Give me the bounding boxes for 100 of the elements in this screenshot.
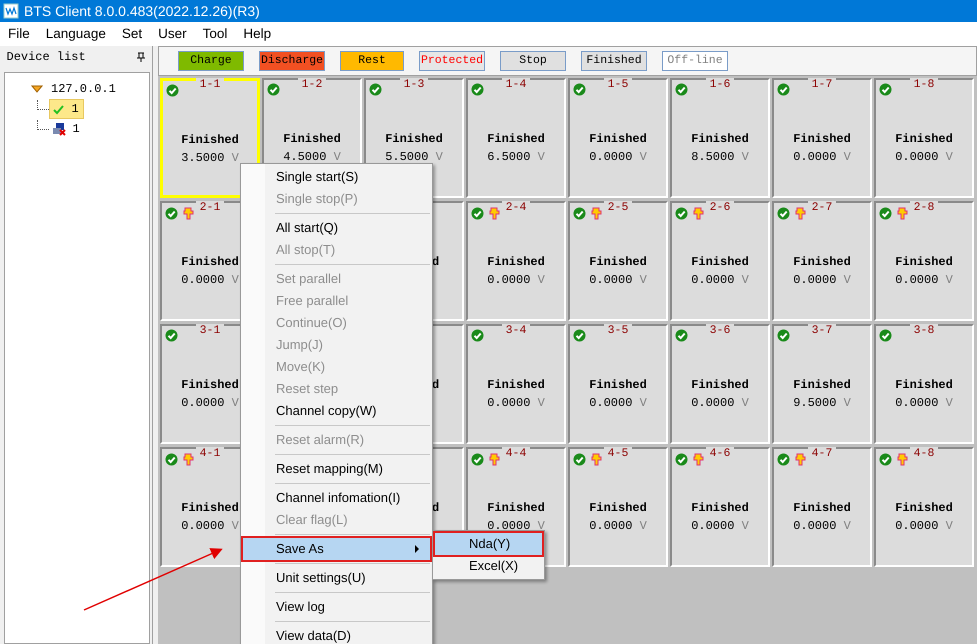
check-icon <box>879 83 892 96</box>
status-text: Finished <box>894 254 954 271</box>
check-icon <box>675 329 688 342</box>
channel-cell[interactable]: 2-7 Finished 0.0000 V <box>772 201 872 321</box>
unit-label: V <box>844 150 851 164</box>
check-icon <box>879 452 892 466</box>
voltage-value: 0.0000 <box>181 519 224 533</box>
channel-cell[interactable]: 2-4 Finished 0.0000 V <box>466 201 566 321</box>
check-icon <box>573 452 586 466</box>
status-text: Finished <box>486 500 546 517</box>
voltage-value: 6.5000 <box>487 150 530 164</box>
status-text: Finished <box>588 131 648 148</box>
voltage-value: 8.5000 <box>691 150 734 164</box>
check-icon <box>165 206 178 220</box>
channel-cell[interactable]: 1-7 Finished 0.0000 V <box>772 78 872 198</box>
channel-cell[interactable]: 2-6 Finished 0.0000 V <box>670 201 770 321</box>
check-icon <box>675 83 688 96</box>
tree-label[interactable]: 127.0.0.1 <box>51 80 116 98</box>
menu-item[interactable]: User <box>150 22 195 46</box>
check-icon <box>573 83 586 96</box>
status-text: Finished <box>180 377 240 394</box>
app-icon <box>3 3 19 19</box>
channel-cell[interactable]: 3-4 Finished 0.0000 V <box>466 324 566 444</box>
unit-label: V <box>946 519 953 533</box>
check-icon <box>879 329 892 342</box>
check-icon <box>471 206 484 220</box>
menu-item[interactable]: File <box>0 22 38 46</box>
status-text: Finished <box>690 254 750 271</box>
status-text: Finished <box>486 254 546 271</box>
channel-cell[interactable]: 1-4 Finished 6.5000 V <box>466 78 566 198</box>
unit-label: V <box>436 150 443 164</box>
channel-cell[interactable]: 1-6 Finished 8.5000 V <box>670 78 770 198</box>
channel-cell[interactable]: 4-7 Finished 0.0000 V <box>772 447 872 567</box>
disconnected-icon <box>52 122 66 136</box>
channel-cell[interactable]: 4-5 Finished 0.0000 V <box>568 447 668 567</box>
voltage-value: 0.0000 <box>589 519 632 533</box>
check-icon <box>471 452 484 466</box>
panel-title: Device list <box>6 49 86 66</box>
channel-cell[interactable]: 1-1 Finished 3.5000 V <box>160 78 260 198</box>
voltage-value: 0.0000 <box>793 150 836 164</box>
unit-label: V <box>844 273 851 287</box>
voltage-value: 0.0000 <box>589 273 632 287</box>
status-text: Finished <box>588 377 648 394</box>
status-text: Finished <box>486 131 546 148</box>
voltage-value: 0.0000 <box>691 273 734 287</box>
unit-label: V <box>538 396 545 410</box>
channel-cell[interactable]: 2-8 Finished 0.0000 V <box>874 201 974 321</box>
menu-item[interactable]: Language <box>38 22 114 46</box>
voltage-value: 0.0000 <box>691 396 734 410</box>
unit-label: V <box>232 519 239 533</box>
channel-cell[interactable]: 3-5 Finished 0.0000 V <box>568 324 668 444</box>
menu-item[interactable]: View data(D) <box>243 625 430 644</box>
voltage-value: 0.0000 <box>181 273 224 287</box>
channel-cell[interactable]: 1-5 Finished 0.0000 V <box>568 78 668 198</box>
unit-label: V <box>640 150 647 164</box>
status-text: Finished <box>690 131 750 148</box>
menu-item[interactable]: View log <box>243 596 430 618</box>
voltage-value: 0.0000 <box>793 519 836 533</box>
check-icon <box>471 329 484 342</box>
tree-item[interactable]: 1 <box>49 99 84 119</box>
status-text: d <box>431 254 440 271</box>
voltage-value: 3.5000 <box>181 151 224 165</box>
voltage-value: 0.0000 <box>895 396 938 410</box>
menu-item[interactable]: Help <box>235 22 280 46</box>
tree-item[interactable]: 1 <box>49 120 84 138</box>
unit-label: V <box>232 396 239 410</box>
menu-item[interactable]: Tool <box>194 22 236 46</box>
voltage-value: 9.5000 <box>793 396 836 410</box>
expanded-icon[interactable] <box>31 84 43 94</box>
status-text: Finished <box>690 500 750 517</box>
unit-label: V <box>538 519 545 533</box>
status-text: Finished <box>180 500 240 517</box>
channel-cell[interactable]: 4-6 Finished 0.0000 V <box>670 447 770 567</box>
channel-cell[interactable]: 3-6 Finished 0.0000 V <box>670 324 770 444</box>
check-icon <box>573 329 586 342</box>
channel-cell[interactable]: 1-8 Finished 0.0000 V <box>874 78 974 198</box>
channel-cell[interactable]: 3-7 Finished 9.5000 V <box>772 324 872 444</box>
voltage-value: 0.0000 <box>589 150 632 164</box>
menu-item[interactable]: Unit settings(U) <box>243 567 430 589</box>
check-icon <box>675 206 688 220</box>
legend-chip: Rest <box>340 51 404 71</box>
channel-cell[interactable]: 2-5 Finished 0.0000 V <box>568 201 668 321</box>
channel-cell[interactable]: 3-8 Finished 0.0000 V <box>874 324 974 444</box>
legend-chip: Off-line <box>662 51 728 71</box>
menu-item[interactable]: Nda(Y) <box>435 533 542 555</box>
unit-label: V <box>844 519 851 533</box>
channel-cell[interactable]: 4-8 Finished 0.0000 V <box>874 447 974 567</box>
status-text: Finished <box>282 131 342 148</box>
unit-label: V <box>946 396 953 410</box>
check-icon <box>165 452 178 466</box>
voltage-value: 0.0000 <box>589 396 632 410</box>
unit-label: V <box>334 150 341 164</box>
status-text: d <box>431 377 440 394</box>
menu-item[interactable]: Save As <box>243 538 430 560</box>
voltage-value: 0.0000 <box>895 273 938 287</box>
voltage-value: 0.0000 <box>181 396 224 410</box>
unit-label: V <box>946 150 953 164</box>
voltage-value: 0.0000 <box>895 519 938 533</box>
check-icon <box>573 206 586 220</box>
menu-item[interactable]: Set <box>114 22 150 46</box>
